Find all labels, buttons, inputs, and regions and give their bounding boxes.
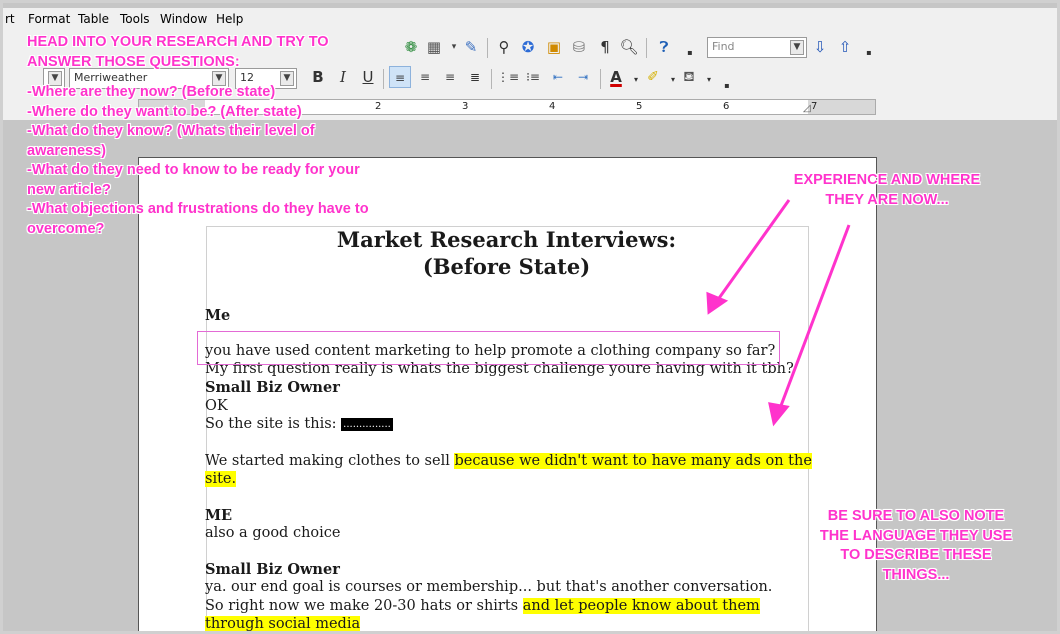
- annotation-line: BE SURE TO ALSO NOTE: [827, 508, 1005, 524]
- annotation-line: -What do they need to know to be ready f…: [27, 162, 360, 178]
- annotation-line: new article?: [27, 181, 111, 198]
- document-line: also a good choice: [205, 525, 341, 541]
- database-icon[interactable]: ⛁: [569, 38, 589, 56]
- find-previous-icon[interactable]: ⇧: [835, 38, 855, 56]
- annotation-line: EXPERIENCE AND WHERE: [793, 172, 981, 188]
- separator: [646, 38, 647, 58]
- indent-marker-icon[interactable]: ◿: [803, 103, 811, 114]
- document-title-line2: (Before State): [422, 254, 591, 279]
- line-text: So right now we make 20-30 hats or shirt…: [205, 598, 523, 614]
- ruler-number: 6: [723, 101, 730, 112]
- menu-insert[interactable]: rt: [5, 12, 15, 26]
- chevron-down-icon[interactable]: ▼: [790, 40, 804, 55]
- ruler-number: 4: [549, 101, 556, 112]
- annotation-line: THEY ARE NOW...: [825, 191, 949, 208]
- separator: [487, 38, 488, 58]
- document-line: ya. our end goal is courses or membershi…: [205, 579, 773, 595]
- zoom-icon[interactable]: 🔍︎: [619, 38, 639, 56]
- background-color-icon[interactable]: ⛾: [678, 66, 700, 88]
- ruler-number: 7: [811, 101, 818, 112]
- binoculars-icon[interactable]: ⚲: [494, 38, 514, 56]
- decrease-indent-icon[interactable]: ⇤: [547, 66, 569, 88]
- bullet-list-icon[interactable]: ⁝≡: [522, 66, 544, 88]
- annotation-box: [197, 331, 780, 365]
- menu-help[interactable]: Help: [216, 12, 243, 26]
- separator: [491, 69, 492, 89]
- more-icon[interactable]: ▪: [859, 44, 879, 62]
- speaker-label: ME: [205, 507, 232, 524]
- ruler-number: 5: [636, 101, 643, 112]
- navigator-icon[interactable]: ❁: [401, 38, 421, 56]
- ruler-right-margin: [808, 100, 875, 114]
- document-line: through social media: [205, 616, 361, 632]
- highlighted-text: site.: [205, 471, 237, 487]
- annotation-line: awareness): [27, 142, 106, 159]
- document-line: OK: [205, 398, 228, 414]
- font-color-icon[interactable]: A: [605, 66, 627, 88]
- speaker-me: Me: [205, 307, 231, 324]
- document-line: So the site is this: ...............: [205, 416, 393, 432]
- menu-format[interactable]: Format: [28, 12, 70, 26]
- menu-tools[interactable]: Tools: [120, 12, 150, 26]
- find-placeholder: Find: [712, 40, 735, 53]
- separator: [600, 69, 601, 89]
- pilcrow-icon[interactable]: ¶: [595, 38, 615, 56]
- annotation-line: THINGS...: [882, 566, 950, 583]
- speaker-label: Small Biz Owner: [205, 379, 340, 396]
- speaker-label: Small Biz Owner: [205, 561, 340, 578]
- separator: [383, 69, 384, 89]
- annotation-line: -Where do they want to be? (After state): [27, 103, 302, 120]
- annotation-line: ANSWER THOSE QUESTIONS:: [27, 53, 240, 70]
- annotation-experience: EXPERIENCE AND WHERE THEY ARE NOW...: [773, 171, 1001, 210]
- numbered-list-icon[interactable]: ⋮≡: [497, 66, 519, 88]
- annotation-line: THE LANGUAGE THEY USE: [819, 527, 1013, 544]
- image-icon[interactable]: ▣: [544, 38, 564, 56]
- menu-bar: rt Format Table Tools Window Help: [3, 8, 1057, 30]
- navigator-compass-icon[interactable]: ✪: [518, 38, 538, 56]
- table-icon[interactable]: ▦: [424, 38, 444, 56]
- annotation-line: TO DESCRIBE THESE: [840, 547, 992, 563]
- document-line: site.: [205, 471, 237, 487]
- speaker-owner: Small Biz Owner: [205, 561, 340, 578]
- align-left-icon[interactable]: ≡: [389, 66, 411, 88]
- document-line: So right now we make 20-30 hats or shirt…: [205, 598, 760, 614]
- menu-table[interactable]: Table: [78, 12, 109, 26]
- chevron-down-icon[interactable]: ▾: [699, 71, 719, 89]
- menu-window[interactable]: Window: [160, 12, 207, 26]
- line-text: We started making clothes to sell: [205, 453, 455, 469]
- highlighted-text: because we didn't want to have many ads …: [454, 453, 812, 469]
- find-next-icon[interactable]: ⇩: [810, 38, 830, 56]
- align-right-icon[interactable]: ≡: [439, 66, 461, 88]
- align-center-icon[interactable]: ≡: [414, 66, 436, 88]
- speaker-label: Me: [205, 307, 230, 324]
- help-icon[interactable]: ❓︎: [654, 38, 674, 56]
- redacted-url: ...............: [341, 417, 393, 431]
- increase-indent-icon[interactable]: ⇥: [572, 66, 594, 88]
- annotation-questions: HEAD INTO YOUR RESEARCH AND TRY TO ANSWE…: [27, 33, 369, 239]
- more-icon[interactable]: ▪: [717, 77, 737, 95]
- speaker-owner: Small Biz Owner: [205, 379, 340, 396]
- find-input[interactable]: Find ▼: [707, 37, 807, 58]
- ruler-number: 3: [462, 101, 469, 112]
- more-icon[interactable]: ▪: [680, 44, 700, 62]
- highlighted-text: and let people know about them: [522, 598, 760, 614]
- annotation-spacer: [27, 72, 369, 83]
- document-line: We started making clothes to sell becaus…: [205, 453, 812, 469]
- highlight-icon[interactable]: ✐: [642, 66, 664, 88]
- justify-icon[interactable]: ≣: [464, 66, 486, 88]
- ruler-number: 2: [375, 101, 382, 112]
- line-text: So the site is this:: [205, 416, 342, 432]
- speaker-me: ME: [205, 507, 233, 524]
- annotation-line: -What objections and frustrations do the…: [27, 201, 369, 217]
- draw-icon[interactable]: ✎: [461, 38, 481, 56]
- annotation-line: overcome?: [27, 220, 105, 237]
- annotation-line: -Where are they now? (Before state): [27, 84, 276, 100]
- annotation-line: -What do they know? (Whats their level o…: [27, 123, 315, 139]
- annotation-language: BE SURE TO ALSO NOTE THE LANGUAGE THEY U…: [803, 507, 1029, 585]
- highlighted-text: through social media: [205, 616, 361, 632]
- app-window: rt Format Table Tools Window Help ❁ ▦ ▾ …: [0, 0, 1060, 634]
- annotation-line: HEAD INTO YOUR RESEARCH AND TRY TO: [27, 34, 329, 50]
